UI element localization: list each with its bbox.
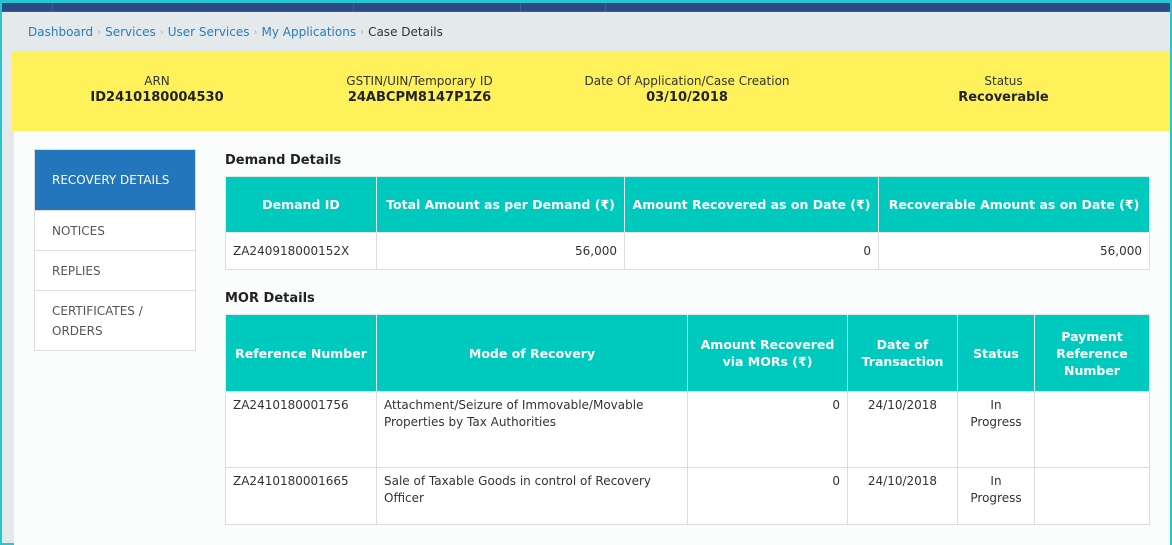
application-date-label: Date Of Application/Case Creation	[584, 74, 790, 88]
col-status: Status	[957, 314, 1035, 392]
date-of-transaction-cell: 24/10/2018	[847, 391, 958, 468]
date-of-transaction-cell: 24/10/2018	[847, 467, 958, 525]
reference-number-cell: ZA2410180001756	[225, 391, 377, 468]
status-cell: In Progress	[957, 391, 1035, 468]
col-reference-number: Reference Number	[225, 314, 377, 392]
amount-recovered-cell: 0	[624, 232, 879, 270]
col-amount-recovered-mors: Amount Recovered via MORs (₹)	[687, 314, 848, 392]
breadcrumb-services[interactable]: Services	[105, 25, 156, 39]
breadcrumb: Dashboard › Services › User Services › M…	[28, 25, 443, 39]
col-demand-id: Demand ID	[225, 176, 377, 233]
top-nav-bar	[2, 3, 1170, 12]
col-recoverable-amount: Recoverable Amount as on Date (₹)	[878, 176, 1150, 233]
arn-field: ARN ID2410180004530	[12, 51, 302, 131]
nav-recovery-details[interactable]: RECOVERY DETAILS	[35, 150, 195, 211]
case-summary-header: ARN ID2410180004530 GSTIN/UIN/Temporary …	[12, 51, 1170, 131]
chevron-right-icon: ›	[159, 26, 164, 38]
mode-of-recovery-cell: Sale of Taxable Goods in control of Reco…	[376, 467, 688, 525]
demand-details-title: Demand Details	[225, 153, 342, 168]
gstin-value: 24ABCPM8147P1Z6	[347, 90, 492, 105]
table-header-row: Reference Number Mode of Recovery Amount…	[225, 314, 1150, 392]
breadcrumb-user-services[interactable]: User Services	[168, 25, 250, 39]
col-date-of-transaction: Date of Transaction	[847, 314, 958, 392]
status-label: Status	[984, 74, 1023, 88]
mode-of-recovery-cell: Attachment/Seizure of Immovable/Movable …	[376, 391, 688, 468]
payment-reference-cell	[1034, 467, 1150, 525]
demand-id-cell: ZA240918000152X	[225, 232, 377, 270]
col-amount-recovered: Amount Recovered as on Date (₹)	[624, 176, 879, 233]
chevron-right-icon: ›	[360, 26, 365, 38]
col-mode-of-recovery: Mode of Recovery	[376, 314, 688, 392]
breadcrumb-dashboard[interactable]: Dashboard	[28, 25, 93, 39]
breadcrumb-my-applications[interactable]: My Applications	[262, 25, 357, 39]
page-frame: Dashboard › Services › User Services › M…	[0, 0, 1172, 545]
chevron-right-icon: ›	[253, 26, 258, 38]
breadcrumb-case-details: Case Details	[368, 25, 443, 39]
status-value: Recoverable	[958, 90, 1049, 105]
content-panel: RECOVERY DETAILS NOTICES REPLIES CERTIFI…	[14, 131, 1170, 545]
nav-notices[interactable]: NOTICES	[35, 211, 195, 251]
total-amount-cell: 56,000	[376, 232, 625, 270]
table-row: ZA2410180001665 Sale of Taxable Goods in…	[225, 467, 1150, 525]
application-date-field: Date Of Application/Case Creation 03/10/…	[537, 51, 837, 131]
status-field: Status Recoverable	[837, 51, 1170, 131]
arn-label: ARN	[144, 74, 170, 88]
chevron-right-icon: ›	[97, 26, 102, 38]
nav-certificates-orders[interactable]: CERTIFICATES / ORDERS	[35, 291, 195, 350]
mor-details-table: Reference Number Mode of Recovery Amount…	[225, 314, 1150, 525]
amount-recovered-cell: 0	[687, 467, 848, 525]
nav-replies[interactable]: REPLIES	[35, 251, 195, 291]
mor-details-title: MOR Details	[225, 291, 315, 306]
table-row: ZA2410180001756 Attachment/Seizure of Im…	[225, 391, 1150, 468]
demand-details-table: Demand ID Total Amount as per Demand (₹)…	[225, 176, 1150, 270]
gstin-label: GSTIN/UIN/Temporary ID	[346, 74, 493, 88]
col-payment-reference: Payment Reference Number	[1034, 314, 1150, 392]
status-cell: In Progress	[957, 467, 1035, 525]
table-header-row: Demand ID Total Amount as per Demand (₹)…	[225, 176, 1150, 233]
table-row: ZA240918000152X 56,000 0 56,000	[225, 232, 1150, 270]
reference-number-cell: ZA2410180001665	[225, 467, 377, 525]
side-nav: RECOVERY DETAILS NOTICES REPLIES CERTIFI…	[34, 149, 196, 351]
arn-value: ID2410180004530	[90, 90, 224, 105]
gstin-field: GSTIN/UIN/Temporary ID 24ABCPM8147P1Z6	[302, 51, 537, 131]
amount-recovered-cell: 0	[687, 391, 848, 468]
recoverable-amount-cell: 56,000	[878, 232, 1150, 270]
application-date-value: 03/10/2018	[646, 90, 728, 105]
col-total-amount: Total Amount as per Demand (₹)	[376, 176, 625, 233]
payment-reference-cell	[1034, 391, 1150, 468]
